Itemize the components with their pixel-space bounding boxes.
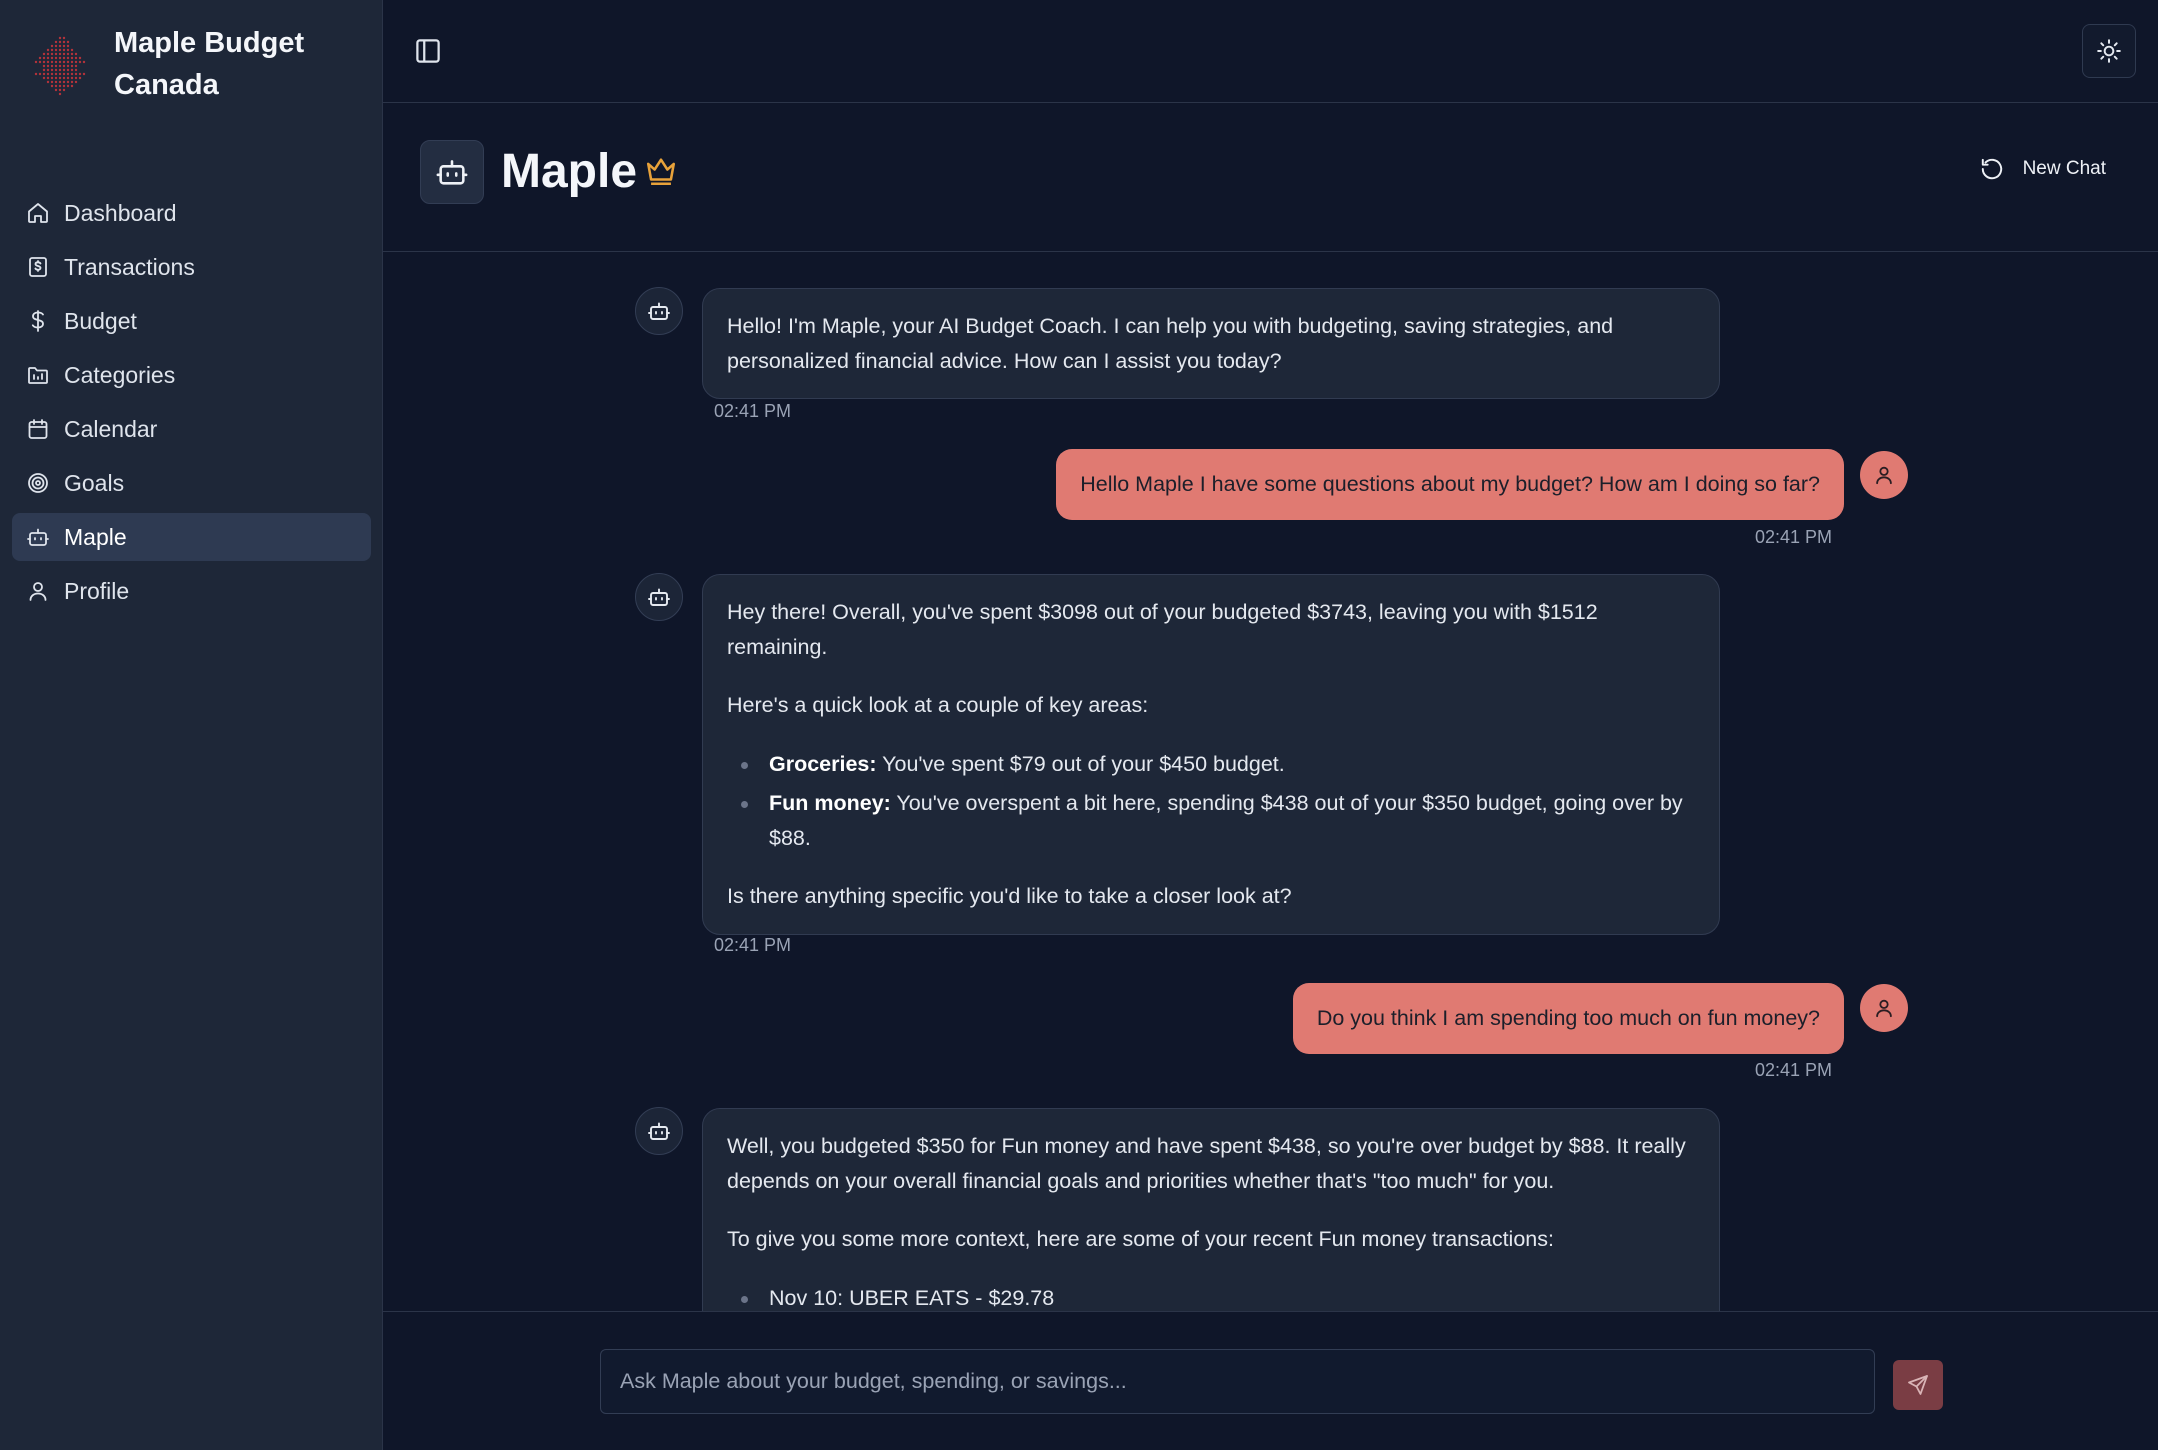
composer	[383, 1311, 2158, 1450]
sidebar-item-label: Goals	[64, 469, 125, 496]
assistant-avatar	[635, 1107, 683, 1155]
list-item-text: You've overspent a bit here, spending $4…	[769, 791, 1683, 850]
home-icon	[26, 201, 50, 225]
sidebar-item-label: Calendar	[64, 415, 158, 442]
app-name: Maple Budget Canada	[114, 27, 305, 101]
message-text: To give you some more context, here are …	[727, 1227, 1554, 1251]
new-chat-label: New Chat	[2022, 158, 2106, 179]
sidebar-item-label: Profile	[64, 577, 130, 604]
sidebar-item-label: Categories	[64, 361, 176, 388]
user-message: Hello Maple I have some questions about …	[1056, 449, 1844, 520]
sidebar-item-goals[interactable]: Goals	[12, 459, 371, 507]
list-item-text: Nov 10: UBER EATS - $29.78	[769, 1285, 1055, 1310]
dollar-icon	[26, 309, 50, 333]
sidebar-item-label: Transactions	[64, 253, 195, 280]
message-timestamp: 02:41 PM	[714, 401, 792, 421]
sidebar-item-calendar[interactable]: Calendar	[12, 405, 371, 453]
user-icon	[1876, 466, 1892, 485]
sidebar: Maple Budget Canada Dashboard Transactio…	[0, 0, 383, 1450]
assistant-avatar	[635, 287, 683, 335]
sidebar-item-budget[interactable]: Budget	[12, 297, 371, 345]
sidebar-item-profile[interactable]: Profile	[12, 567, 371, 615]
assistant-message: Hey there! Overall, you've spent $3098 o…	[702, 574, 1720, 935]
maple-leaf-logo	[34, 36, 86, 96]
crown-icon	[646, 158, 676, 186]
message-text: Is there anything specific you'd like to…	[727, 884, 1292, 908]
chat-messages[interactable]: Hello! I'm Maple, your AI Budget Coach. …	[383, 253, 2158, 1311]
list-item-term: Fun money:	[769, 791, 891, 815]
message-timestamp: 02:41 PM	[1755, 527, 1833, 547]
sidebar-item-dashboard[interactable]: Dashboard	[12, 189, 371, 237]
new-chat-button[interactable]: New Chat	[1979, 156, 2106, 182]
bot-icon	[648, 588, 670, 606]
message-list: Groceries: You've spent $79 out of your …	[727, 747, 1695, 856]
receipt-icon	[26, 255, 50, 279]
message-list: Nov 10: UBER EATS - $29.78	[727, 1281, 1695, 1312]
user-message: Do you think I am spending too much on f…	[1292, 983, 1844, 1054]
sidebar-item-label: Maple	[64, 523, 127, 550]
send-icon	[1908, 1375, 1928, 1395]
message-text: Hey there! Overall, you've spent $3098 o…	[727, 600, 1598, 659]
bot-icon	[436, 160, 468, 185]
sidebar-item-label: Dashboard	[64, 199, 177, 226]
maple-avatar	[420, 140, 484, 204]
sidebar-nav: Dashboard Transactions Budget Categories…	[12, 189, 371, 621]
bot-icon	[26, 525, 50, 549]
bot-icon	[648, 302, 670, 320]
sidebar-toggle-button[interactable]	[413, 36, 443, 66]
target-icon	[26, 471, 50, 495]
user-icon	[1876, 999, 1892, 1018]
message-text: Well, you budgeted $350 for Fun money an…	[727, 1134, 1686, 1193]
sidebar-item-maple[interactable]: Maple	[12, 513, 371, 561]
refresh-icon	[1981, 158, 2002, 180]
brand[interactable]: Maple Budget Canada	[26, 22, 334, 110]
calendar-icon	[26, 417, 50, 441]
send-button[interactable]	[1893, 1360, 1943, 1410]
list-item: Nov 10: UBER EATS - $29.78	[741, 1281, 1695, 1312]
chat-header: Maple New Chat	[383, 104, 2158, 252]
assistant-avatar	[635, 573, 683, 621]
panel-left-icon	[416, 39, 440, 63]
chat-input[interactable]	[600, 1349, 1875, 1414]
list-item: Groceries: You've spent $79 out of your …	[741, 747, 1695, 782]
list-item: Fun money: You've overspent a bit here, …	[741, 786, 1695, 855]
message-text: Hello! I'm Maple, your AI Budget Coach. …	[727, 314, 1614, 373]
sidebar-item-label: Budget	[64, 307, 137, 334]
page-title: Maple	[501, 145, 638, 198]
message-timestamp: 02:41 PM	[714, 935, 792, 955]
list-item-term: Groceries:	[769, 751, 877, 776]
theme-toggle-button[interactable]	[2082, 24, 2136, 78]
bot-icon	[648, 1122, 670, 1140]
user-icon	[26, 579, 50, 603]
assistant-message: Hello! I'm Maple, your AI Budget Coach. …	[702, 288, 1720, 399]
list-item-text: You've spent $79 out of your $450 budget…	[876, 751, 1285, 776]
message-text: Here's a quick look at a couple of key a…	[727, 693, 1149, 717]
assistant-message: Well, you budgeted $350 for Fun money an…	[702, 1108, 1720, 1311]
user-avatar	[1860, 984, 1908, 1032]
sidebar-item-categories[interactable]: Categories	[12, 351, 371, 399]
top-bar	[383, 0, 2158, 103]
sidebar-item-transactions[interactable]: Transactions	[12, 243, 371, 291]
sun-icon	[2097, 39, 2121, 63]
user-avatar	[1860, 451, 1908, 499]
message-timestamp: 02:41 PM	[1755, 1060, 1833, 1080]
folder-icon	[26, 363, 50, 387]
